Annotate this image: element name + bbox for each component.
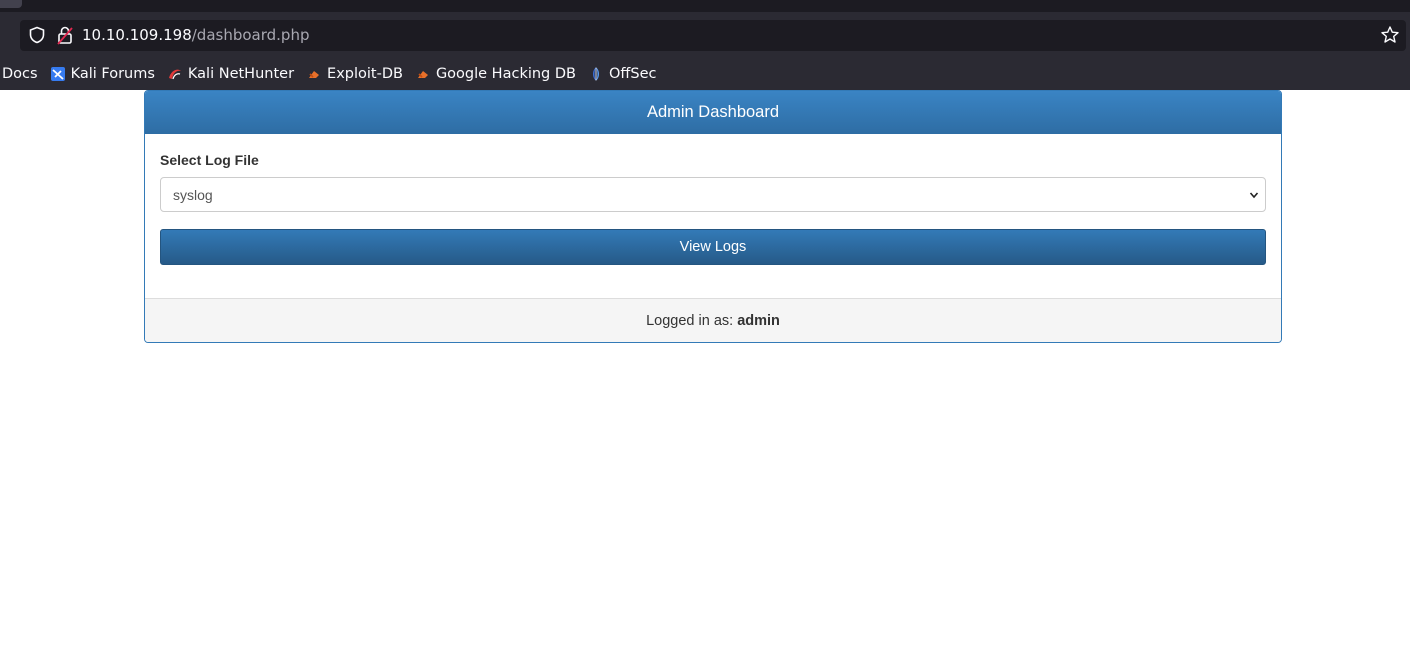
offsec-icon [592, 67, 599, 81]
bookmark-kali-nethunter[interactable]: Kali NetHunter [167, 66, 294, 82]
url-host: 10.10.109.198 [82, 26, 192, 44]
tab-strip [0, 0, 1410, 12]
chevron-down-icon [1249, 192, 1259, 199]
admin-dashboard-panel: Admin Dashboard Select Log File syslog V… [144, 90, 1282, 343]
tab-stub[interactable] [0, 0, 22, 8]
url-text[interactable]: 10.10.109.198/dashboard.php [82, 26, 309, 44]
view-logs-button[interactable]: View Logs [160, 229, 1266, 265]
bookmark-label: Exploit-DB [327, 66, 403, 82]
bookmark-star-icon[interactable] [1380, 25, 1400, 45]
log-file-select[interactable]: syslog [160, 177, 1266, 212]
bookmark-label: Google Hacking DB [435, 66, 576, 82]
logged-in-username: admin [737, 312, 780, 329]
kali-forums-icon [50, 67, 65, 81]
bookmark-label: Docs [2, 66, 38, 82]
browser-navbar: 10.10.109.198/dashboard.php [0, 12, 1410, 58]
bookmark-label: OffSec [608, 66, 657, 82]
insecure-lock-icon[interactable] [56, 25, 74, 45]
bookmark-kali-forums[interactable]: Kali Forums [50, 66, 155, 82]
view-logs-label: View Logs [679, 239, 747, 255]
bookmark-exploit-db[interactable]: Exploit-DB [306, 66, 403, 82]
bookmark-google-hacking-db[interactable]: Google Hacking DB [415, 66, 576, 82]
bookmark-docs[interactable]: Docs [2, 66, 38, 82]
url-bar[interactable]: 10.10.109.198/dashboard.php [20, 20, 1406, 51]
selected-log-value: syslog [173, 186, 213, 203]
bookmark-offsec[interactable]: OffSec [588, 66, 657, 82]
log-file-label: Select Log File [160, 152, 259, 168]
url-path: /dashboard.php [191, 26, 310, 44]
ghdb-icon [417, 71, 428, 78]
kali-nethunter-icon [168, 69, 181, 80]
bookmark-label: Kali Forums [70, 66, 155, 82]
panel-footer: Logged in as: admin [145, 298, 1281, 342]
bookmarks-toolbar: Docs Kali Forums Kali NetHunter Exploit-… [0, 58, 1410, 90]
panel-title: Admin Dashboard [145, 91, 1281, 134]
bookmark-label: Kali NetHunter [187, 66, 295, 82]
shield-icon[interactable] [28, 26, 46, 44]
panel-body: Select Log File syslog View Logs [145, 134, 1281, 298]
logged-in-prefix: Logged in as: [646, 312, 734, 329]
exploit-db-icon [309, 71, 320, 78]
